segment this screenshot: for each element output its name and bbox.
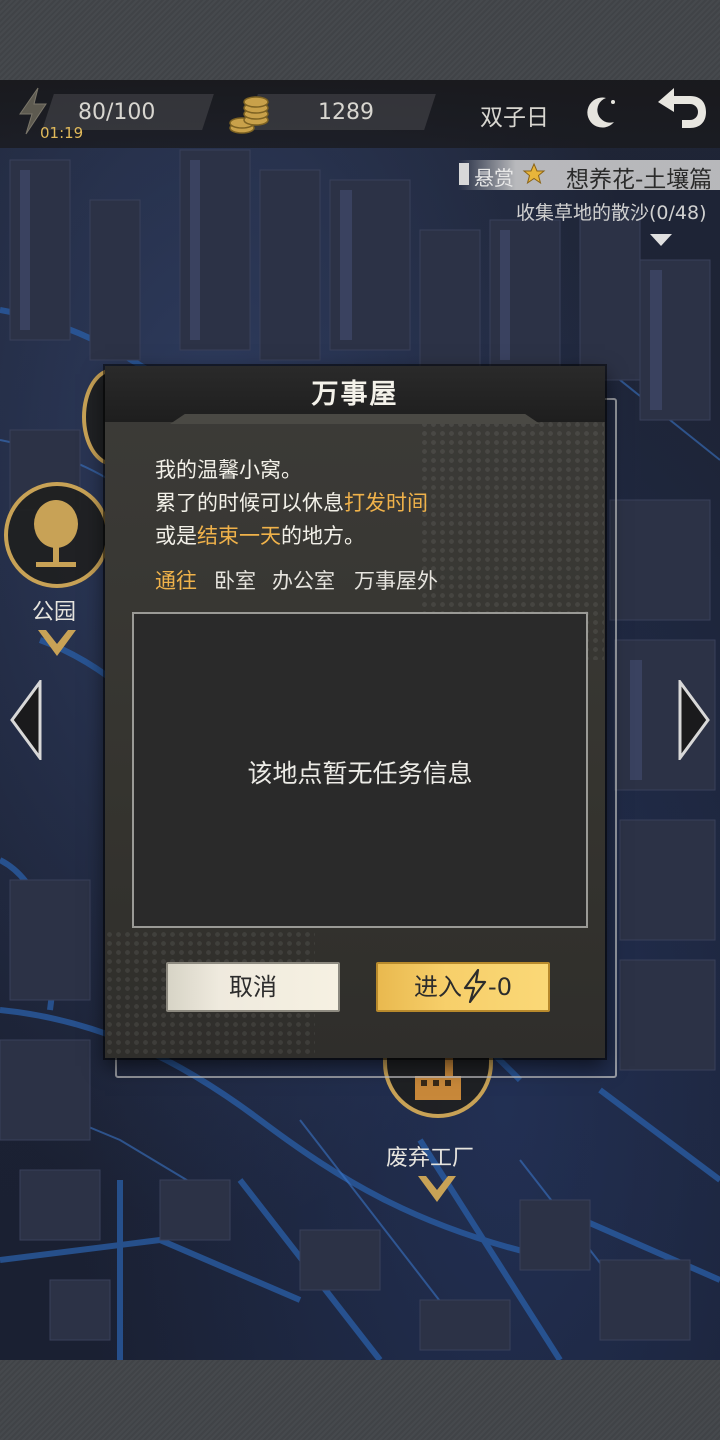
description-line-1: 我的温馨小窝。 (155, 458, 302, 482)
back-icon[interactable] (654, 86, 710, 134)
cancel-button[interactable]: 取消 (166, 962, 340, 1012)
goto-bedroom-link[interactable]: 卧室 (214, 565, 256, 595)
top-letterbox (0, 0, 720, 80)
bottom-letterbox (0, 1360, 720, 1440)
energy-value: 80/100 (78, 100, 156, 125)
goto-outside-link[interactable]: 万事屋外 (354, 565, 438, 595)
chevron-down-icon (38, 630, 76, 656)
empty-task-message: 该地点暂无任务信息 (247, 759, 473, 788)
moon-icon (587, 97, 615, 128)
previous-location-arrow-icon[interactable] (8, 680, 44, 760)
tree-icon (34, 500, 78, 567)
description-line-3: 或是结束一天的地方。 (155, 524, 365, 548)
quest-marker (459, 163, 469, 185)
coins-value: 1289 (318, 100, 374, 125)
park-marker[interactable] (4, 482, 110, 588)
energy-timer: 01:19 (40, 124, 84, 142)
dialog-header-tab (170, 414, 540, 424)
enter-label: 进入 (414, 973, 463, 1001)
energy-bolt-icon (463, 969, 487, 1003)
highlight-text: 结束一天 (197, 524, 281, 548)
quest-type-label: 悬赏 (474, 166, 514, 190)
enter-button[interactable]: 进入 -0 (376, 962, 550, 1012)
highlight-text: 打发时间 (344, 491, 428, 515)
quest-progress: 收集草地的散沙(0/48) (516, 202, 707, 224)
goto-office-link[interactable]: 办公室 (272, 565, 335, 595)
next-location-arrow-icon[interactable] (676, 680, 712, 760)
dialog-title: 万事屋 (311, 379, 399, 410)
enter-cost: -0 (488, 973, 512, 1001)
star-icon (522, 162, 546, 185)
chevron-down-icon (418, 1176, 456, 1202)
coins-icon (229, 96, 269, 134)
quest-title[interactable]: 想养花-土壤篇 (566, 160, 712, 194)
quest-expand-arrow-icon[interactable] (650, 234, 672, 246)
goto-label: 通往 (155, 569, 197, 593)
park-label: 公园 (32, 600, 77, 625)
description-line-2: 累了的时候可以休息打发时间 (155, 491, 428, 515)
day-label: 双子日 (480, 105, 549, 131)
factory-label: 废弃工厂 (386, 1146, 475, 1171)
